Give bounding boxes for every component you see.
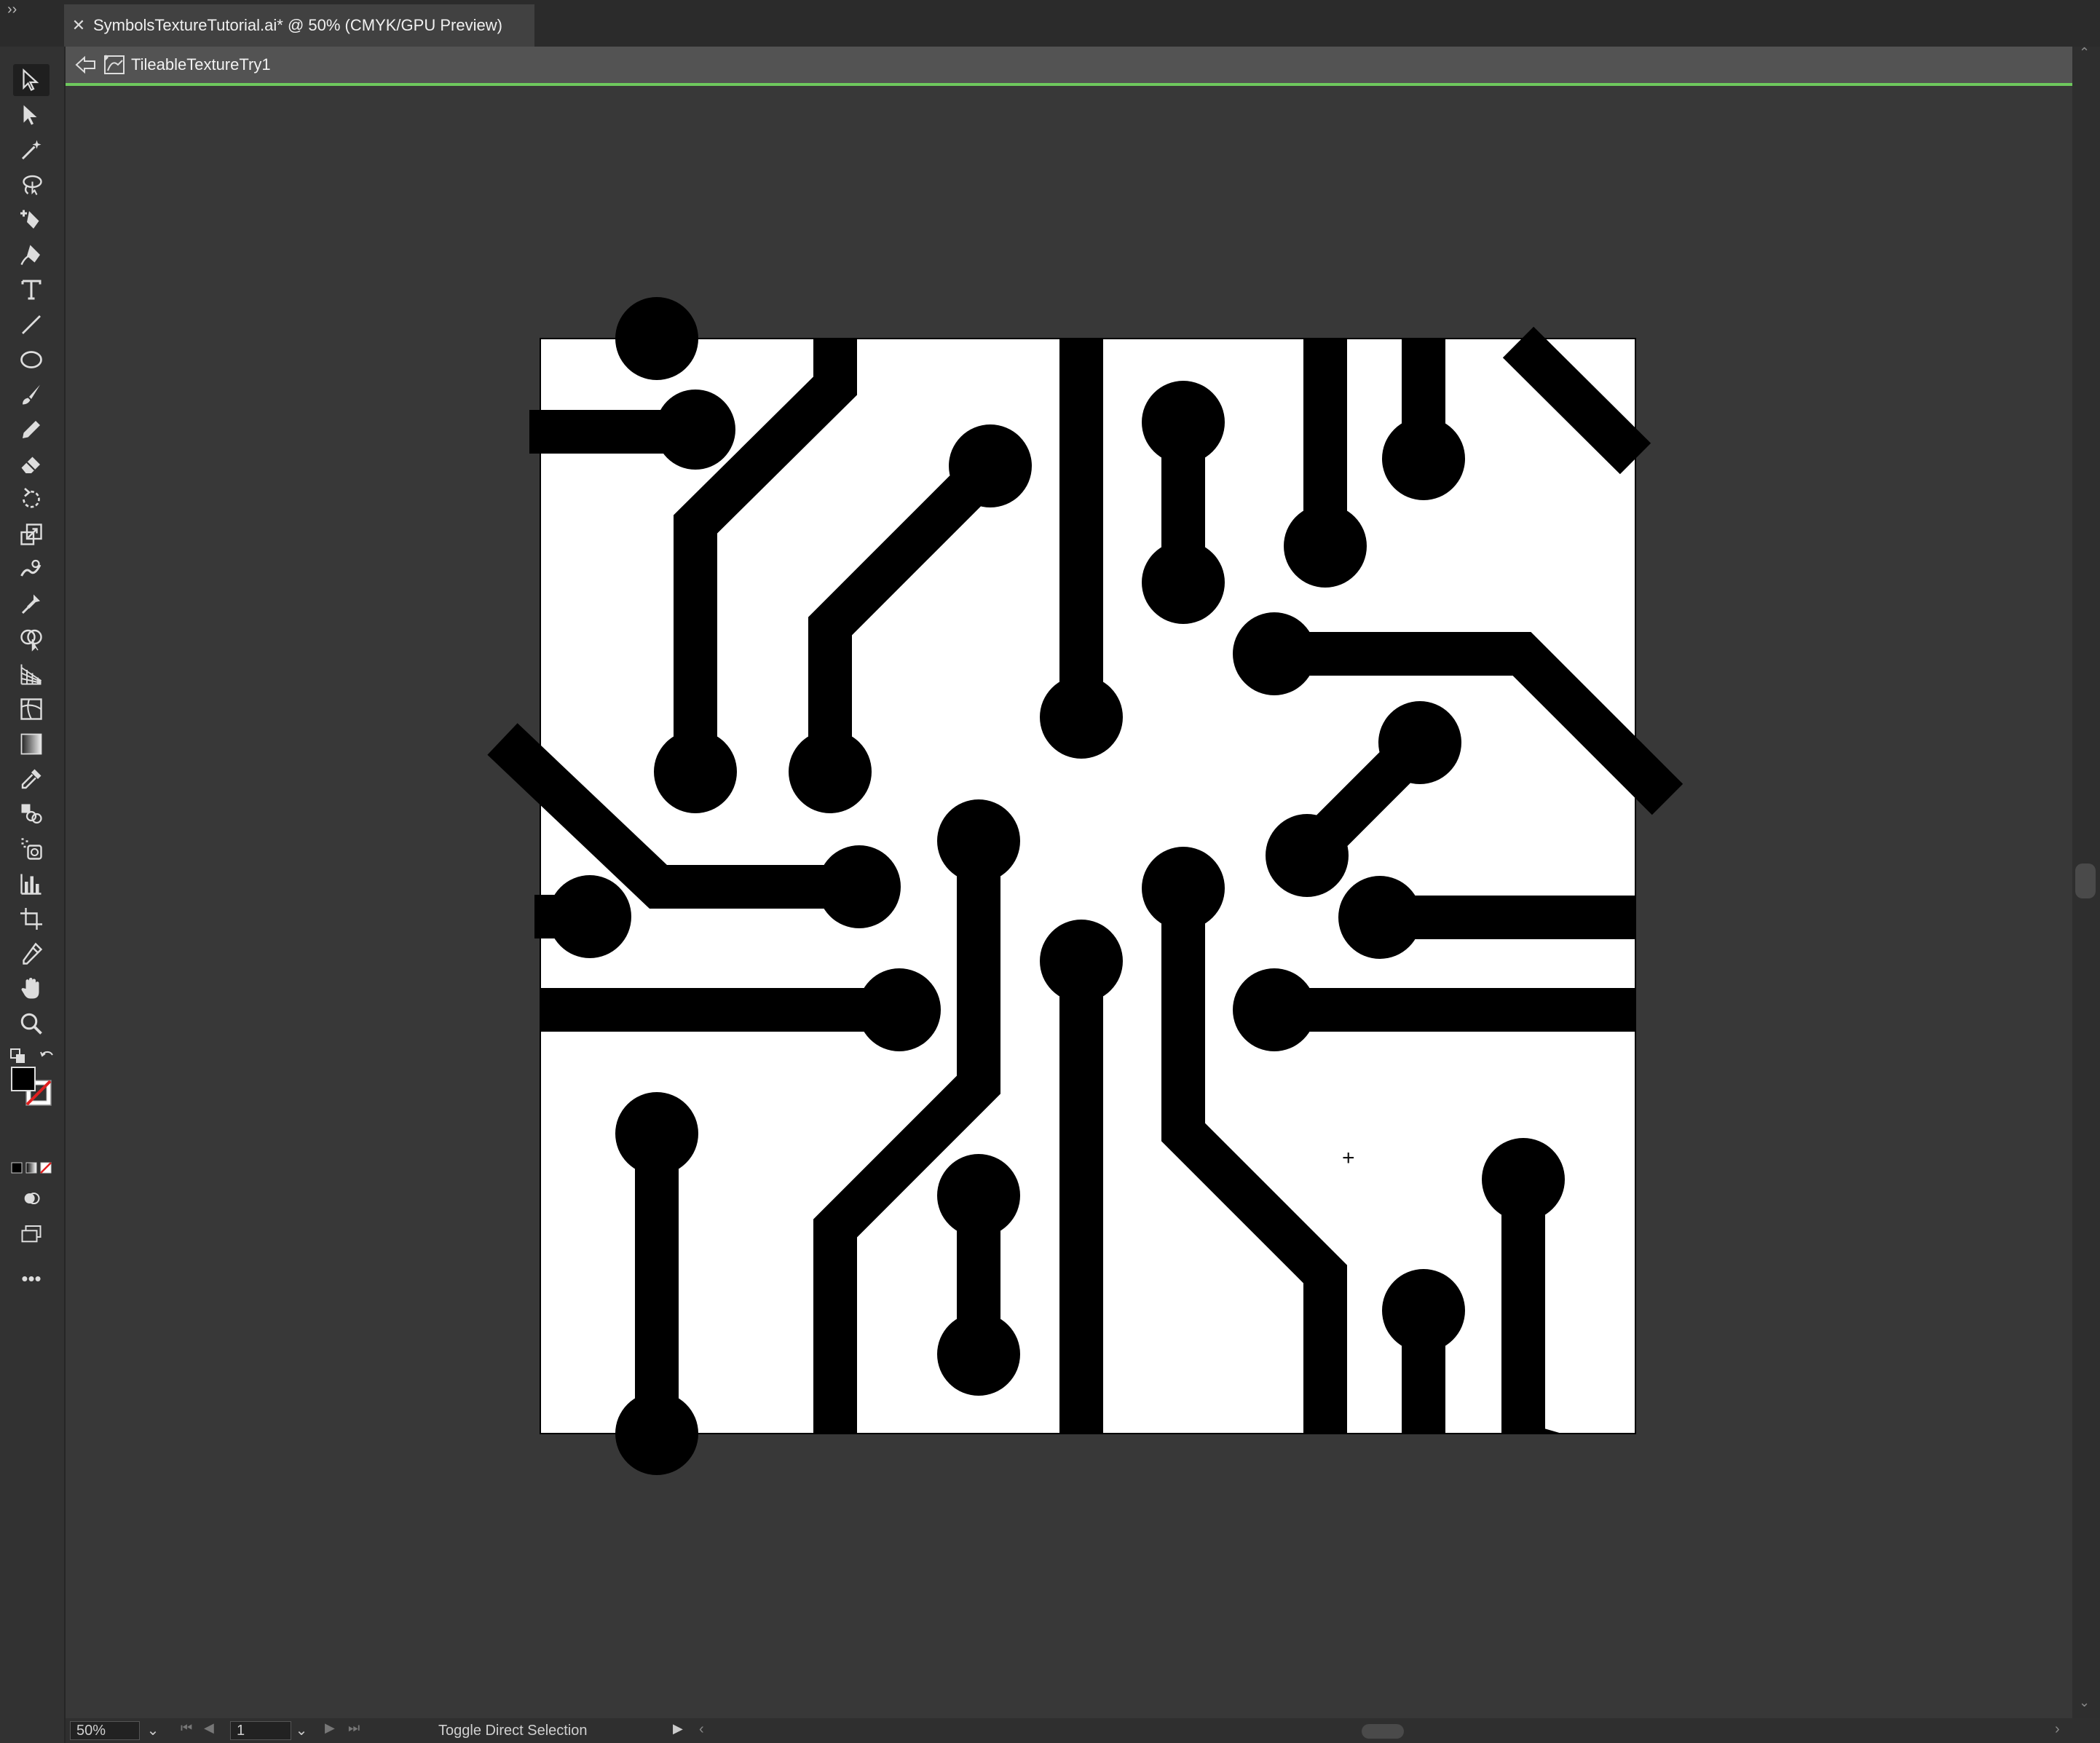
pad <box>615 1392 698 1475</box>
pad <box>937 1154 1020 1237</box>
zoom-dropdown-icon[interactable]: ⌄ <box>144 1721 162 1740</box>
pad <box>1482 1138 1565 1221</box>
pad <box>654 730 737 813</box>
pad <box>1040 676 1123 759</box>
pad <box>818 845 901 928</box>
scroll-right-icon[interactable]: › <box>2055 1721 2060 1738</box>
first-artboard-icon[interactable]: ⏮ <box>181 1720 192 1736</box>
pad <box>858 968 941 1051</box>
pad <box>1382 1269 1465 1352</box>
previous-artboard-icon[interactable]: ◀ <box>204 1720 214 1736</box>
canvas-artwork[interactable] <box>0 0 2100 1743</box>
pad <box>1142 541 1225 624</box>
crosshair-cursor-icon: + <box>1342 1146 1355 1170</box>
pad <box>1338 876 1421 959</box>
pad <box>949 424 1032 507</box>
pad <box>1233 612 1316 695</box>
pad <box>548 875 631 958</box>
status-bar: 50% ⌄ ⏮ ◀ 1 ⌄ ▶ ⏭ Toggle Direct Selectio… <box>66 1718 2100 1743</box>
pad <box>1233 968 1316 1051</box>
pad <box>655 390 735 470</box>
next-artboard-icon[interactable]: ▶ <box>325 1720 335 1736</box>
artboard-dropdown-icon[interactable]: ⌄ <box>293 1721 310 1740</box>
pad <box>1040 920 1123 1003</box>
artboard-number-field[interactable]: 1 <box>230 1721 291 1740</box>
pad <box>1142 847 1225 930</box>
zoom-level-field[interactable]: 50% <box>70 1721 140 1740</box>
pad <box>1382 417 1465 500</box>
pad <box>1284 505 1367 588</box>
pad <box>615 297 698 380</box>
pad <box>615 1092 698 1175</box>
pad <box>789 730 872 813</box>
horizontal-scroll-thumb[interactable] <box>1362 1724 1404 1739</box>
status-menu-icon[interactable]: ▶ <box>673 1721 683 1736</box>
pad <box>1266 814 1349 897</box>
pad <box>1378 701 1461 784</box>
last-artboard-icon[interactable]: ⏭ <box>348 1720 360 1736</box>
pad <box>937 799 1020 882</box>
scroll-left-icon[interactable]: ‹ <box>699 1721 704 1738</box>
status-text: Toggle Direct Selection <box>438 1723 588 1739</box>
pad <box>1142 381 1225 464</box>
pad <box>937 1313 1020 1396</box>
